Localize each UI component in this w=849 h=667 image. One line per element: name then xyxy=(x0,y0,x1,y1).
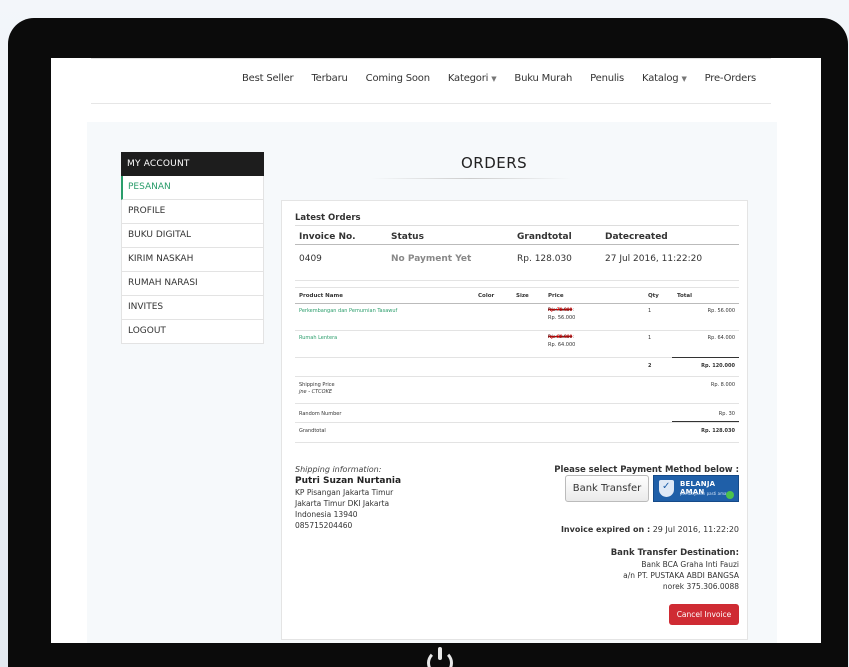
power-icon[interactable] xyxy=(427,647,453,667)
random-number-row: Random Number Rp. 30 xyxy=(295,409,739,421)
nav-terbaru[interactable]: Terbaru xyxy=(302,73,356,84)
nav-katalog[interactable]: Katalog ▼ xyxy=(633,73,696,84)
shipping-price-label: Shipping Price xyxy=(299,382,335,388)
sidebar-item-logout[interactable]: LOGOUT xyxy=(121,320,264,344)
row-divider xyxy=(295,442,739,443)
sidebar-header: MY ACCOUNT xyxy=(121,152,264,176)
shipping-method: jne - CTCOKE xyxy=(299,389,333,395)
nav-katalog-label: Katalog xyxy=(642,73,679,84)
row-divider xyxy=(295,422,739,423)
subtotal-qty: 2 xyxy=(648,363,652,369)
table-row: 0409 No Payment Yet Rp. 128.030 27 Jul 2… xyxy=(295,245,739,281)
total-value: Rp. 64.000 xyxy=(707,335,735,341)
shipping-price-row: Shipping Price jne - CTCOKE Rp. 8.000 xyxy=(295,382,739,404)
orders-panel: Latest Orders Invoice No. Status Grandto… xyxy=(281,200,748,640)
grandtotal-sum: Rp. 128.030 xyxy=(701,428,735,434)
title-divider xyxy=(371,178,571,179)
nav-kategori-label: Kategori xyxy=(447,73,489,84)
sidebar-item-invites[interactable]: INVITES xyxy=(121,296,264,320)
chevron-down-icon: ▼ xyxy=(491,75,497,83)
payment-method-label: Please select Payment Method below : xyxy=(554,465,739,475)
bank-destination-label: Bank Transfer Destination: xyxy=(610,548,739,558)
subtotal-divider xyxy=(672,357,739,358)
shipping-address-2: Jakarta Timur DKI Jakarta xyxy=(295,499,390,508)
cancel-invoice-button[interactable]: Cancel Invoice xyxy=(669,604,739,625)
nav-penulis[interactable]: Penulis xyxy=(581,73,633,84)
invoice-number: 0409 xyxy=(299,254,322,264)
orders-table-header: Invoice No. Status Grandtotal Datecreate… xyxy=(295,225,739,245)
col-status: Status xyxy=(391,232,424,242)
row-divider xyxy=(295,403,739,404)
expired-value: 29 Jul 2016, 11:22:20 xyxy=(652,525,739,534)
col-grandtotal: Grandtotal xyxy=(517,232,572,242)
bank-name: Bank BCA Graha Inti Fauzi xyxy=(641,560,739,569)
product-link[interactable]: Perkembangan dan Pemurnian Tasawuf xyxy=(299,308,397,314)
invoice-expiry: Invoice expired on : 29 Jul 2016, 11:22:… xyxy=(561,525,739,534)
random-number-label: Random Number xyxy=(299,411,342,417)
sidebar-item-rumah-narasi[interactable]: RUMAH NARASI xyxy=(121,272,264,296)
sidebar-item-buku-digital[interactable]: BUKU DIGITAL xyxy=(121,224,264,248)
screen: Best Seller Terbaru Coming Soon Kategori… xyxy=(51,58,821,643)
shipping-price-value: Rp. 8.000 xyxy=(710,382,735,388)
latest-orders-label: Latest Orders xyxy=(295,213,361,223)
price-before: Price before : Rp. 70.000 xyxy=(548,307,575,312)
subtotal-row: 2 Rp. 120.000 xyxy=(295,361,739,375)
main-nav: Best Seller Terbaru Coming Soon Kategori… xyxy=(91,58,771,104)
nav-pre-orders[interactable]: Pre-Orders xyxy=(696,73,765,84)
nav-best-seller[interactable]: Best Seller xyxy=(233,73,302,84)
qty-value: 1 xyxy=(648,335,652,341)
col-price: Price xyxy=(548,293,564,299)
products-table-header: Product Name Color Size Price Qty Total xyxy=(295,287,739,304)
price-value: Rp. 64.000 xyxy=(548,342,576,348)
shipping-address-3: Indonesia 13940 xyxy=(295,510,358,519)
status-badge: No Payment Yet xyxy=(391,254,472,264)
table-row: Rumah Lentera Price before : Rp. 80.000 … xyxy=(295,331,739,358)
sidebar-item-profile[interactable]: PROFILE xyxy=(121,200,264,224)
tablet-frame: Best Seller Terbaru Coming Soon Kategori… xyxy=(8,18,848,667)
page-title: ORDERS xyxy=(461,154,528,172)
nav-kategori[interactable]: Kategori ▼ xyxy=(439,73,506,84)
col-invoice: Invoice No. xyxy=(299,232,356,242)
nav-buku-murah[interactable]: Buku Murah xyxy=(505,73,581,84)
subtotal-value: Rp. 120.000 xyxy=(701,363,735,369)
shipping-name: Putri Suzan Nurtania xyxy=(295,476,402,486)
price-before: Price before : Rp. 80.000 xyxy=(548,334,575,339)
col-total: Total xyxy=(677,293,693,299)
table-row: Perkembangan dan Pemurnian Tasawuf Price… xyxy=(295,304,739,331)
shield-icon xyxy=(659,480,674,497)
random-number-value: Rp. 30 xyxy=(718,411,735,417)
qty-value: 1 xyxy=(648,308,652,314)
sidebar-item-kirim-naskah[interactable]: KIRIM NASKAH xyxy=(121,248,264,272)
shipping-info-label: Shipping information: xyxy=(295,465,382,474)
sidebar-item-pesanan[interactable]: PESANAN xyxy=(121,176,264,200)
price-before-label: Price before : xyxy=(548,307,575,312)
bank-account-number: norek 375.306.0088 xyxy=(662,582,739,591)
col-datecreated: Datecreated xyxy=(605,232,668,242)
col-color: Color xyxy=(478,293,495,299)
bank-transfer-button[interactable]: Bank Transfer xyxy=(565,475,649,502)
grandtotal-row: Grandtotal Rp. 128.030 xyxy=(295,426,739,440)
check-icon xyxy=(726,491,734,499)
total-value: Rp. 56.000 xyxy=(707,308,735,314)
col-product-name: Product Name xyxy=(299,293,343,299)
grandtotal-value: Rp. 128.030 xyxy=(517,254,572,264)
grandtotal-label: Grandtotal xyxy=(299,428,326,434)
price-before-label: Price before : xyxy=(548,334,575,339)
product-link[interactable]: Rumah Lentera xyxy=(299,335,337,341)
datecreated-value: 27 Jul 2016, 11:22:20 xyxy=(605,254,703,264)
shipping-address-1: KP Pisangan Jakarta Timur xyxy=(295,488,394,497)
bank-account-name: a/n PT. PUSTAKA ABDI BANGSA xyxy=(623,571,739,580)
price-value: Rp. 56.000 xyxy=(548,315,576,321)
col-qty: Qty xyxy=(648,293,659,299)
belanja-aman-badge[interactable]: BELANJA AMAN pembayaran pasti aman xyxy=(653,475,739,502)
col-size: Size xyxy=(516,293,529,299)
expired-label: Invoice expired on : xyxy=(560,525,651,534)
row-divider xyxy=(295,376,739,377)
nav-coming-soon[interactable]: Coming Soon xyxy=(357,73,439,84)
shipping-phone: 085715204460 xyxy=(295,521,353,530)
badge-subtitle: pembayaran pasti aman xyxy=(680,491,729,496)
chevron-down-icon: ▼ xyxy=(681,75,687,83)
account-sidebar: MY ACCOUNT PESANAN PROFILE BUKU DIGITAL … xyxy=(121,152,264,344)
